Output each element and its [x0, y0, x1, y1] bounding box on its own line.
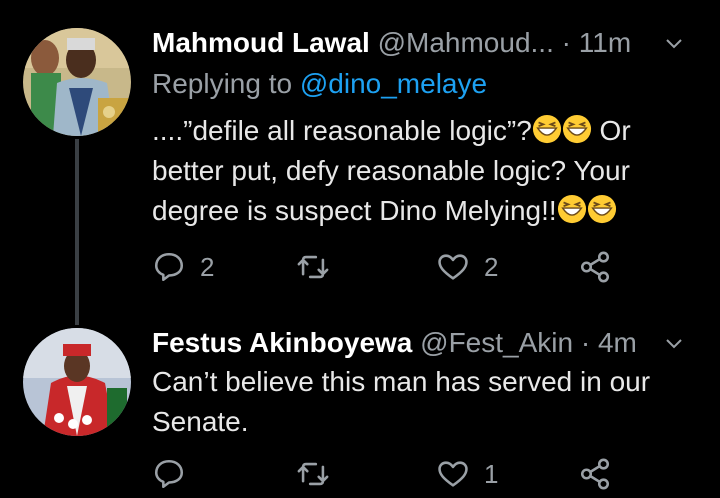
heart-icon: [438, 461, 468, 487]
share-button[interactable]: [578, 454, 612, 494]
share-button[interactable]: [578, 247, 612, 287]
retweet-icon: [297, 462, 329, 486]
reply-button[interactable]: 2: [152, 247, 214, 287]
like-button[interactable]: 1: [436, 454, 498, 494]
chevron-down-icon[interactable]: [664, 333, 684, 353]
grinning-squinting-face-icon: [587, 194, 616, 224]
retweet-button[interactable]: [296, 247, 330, 287]
separator: ·: [580, 327, 591, 358]
text-span: degree is suspect Dino Melying!!: [152, 195, 557, 226]
replying-to: Replying to @dino_melaye: [152, 66, 487, 102]
grinning-squinting-face-icon: [562, 114, 591, 144]
tweet-text-line: Senate.: [152, 406, 249, 437]
heart-icon: [438, 254, 468, 280]
retweet-button[interactable]: [296, 454, 330, 494]
text-span: ....”defile all reasonable logic”?: [152, 115, 532, 146]
replying-prefix: Replying to: [152, 68, 293, 99]
like-count: 1: [484, 458, 499, 489]
avatar-image: [23, 328, 131, 436]
like-count: 2: [484, 251, 499, 282]
tweet-text-line: ....”defile all reasonable logic”? Or: [152, 111, 682, 151]
grinning-squinting-face-icon: [557, 194, 586, 224]
avatar[interactable]: [23, 328, 131, 436]
tweet-header: Mahmoud Lawal @Mahmoud... · 11m: [152, 25, 712, 61]
share-icon: [580, 458, 610, 490]
tweet-text-line: degree is suspect Dino Melying!!: [152, 191, 682, 231]
avatar-image: [23, 28, 131, 136]
tweet-text: Can’t believe this man has served in our…: [152, 362, 682, 442]
timestamp[interactable]: 4m: [598, 327, 637, 358]
tweet-actions: 2 2: [152, 247, 672, 287]
tweet-header: Festus Akinboyewa @Fest_Akin · 4m: [152, 325, 712, 361]
chevron-down-icon[interactable]: [664, 33, 684, 53]
username[interactable]: @Mahmoud...: [378, 27, 554, 58]
reply-button[interactable]: [152, 454, 186, 494]
like-button[interactable]: 2: [436, 247, 498, 287]
mention-link[interactable]: @dino_melaye: [300, 68, 487, 99]
avatar[interactable]: [23, 28, 131, 136]
tweet-text-line: Can’t believe this man has served in our: [152, 366, 651, 397]
display-name[interactable]: Mahmoud Lawal: [152, 27, 370, 58]
tweet-text: ....”defile all reasonable logic”? Or be…: [152, 111, 682, 231]
separator: ·: [561, 27, 571, 58]
reply-icon: [154, 459, 184, 489]
tweet[interactable]: Mahmoud Lawal @Mahmoud... · 11m Replying…: [0, 0, 720, 325]
retweet-icon: [297, 255, 329, 279]
tweet-actions: 1: [152, 454, 672, 494]
timestamp[interactable]: 11m: [579, 27, 631, 58]
tweet-text-line: better put, defy reasonable logic? Your: [152, 155, 630, 186]
grinning-squinting-face-icon: [532, 114, 561, 144]
thread-line: [75, 139, 79, 325]
share-icon: [580, 251, 610, 283]
username[interactable]: @Fest_Akin: [420, 327, 573, 358]
reply-icon: [154, 252, 184, 282]
display-name[interactable]: Festus Akinboyewa: [152, 327, 412, 358]
text-span: Or: [599, 115, 631, 146]
reply-count: 2: [200, 251, 215, 282]
